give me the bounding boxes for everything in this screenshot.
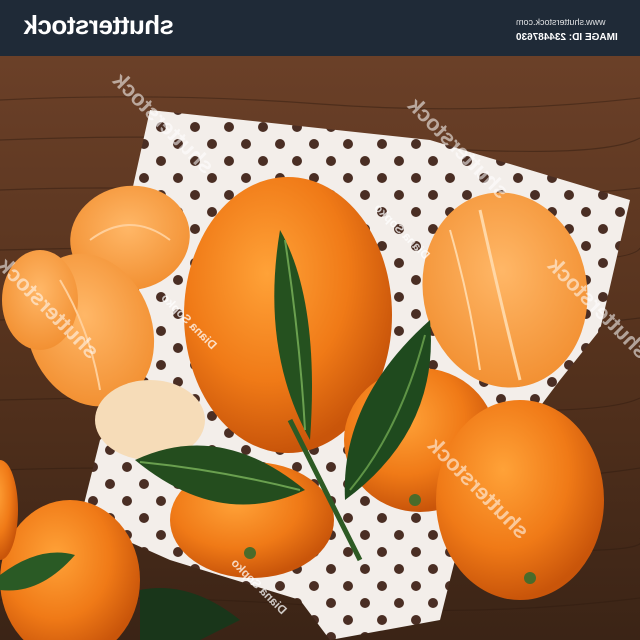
- watermark-header-bar: shutterstock www.shutterstock.com IMAGE …: [0, 0, 640, 56]
- shutterstock-logo: shutterstock: [24, 10, 175, 40]
- stock-photo-page: shutterstock www.shutterstock.com IMAGE …: [0, 0, 640, 640]
- site-url: www.shutterstock.com: [516, 17, 606, 27]
- tangerines-photo: shutterstock shutterstock shutterstock s…: [0, 56, 640, 640]
- image-meta: www.shutterstock.com IMAGE ID: 234487630: [516, 14, 618, 46]
- image-id: IMAGE ID: 234487630: [516, 32, 618, 43]
- tangerine-bottom-right: [436, 400, 604, 600]
